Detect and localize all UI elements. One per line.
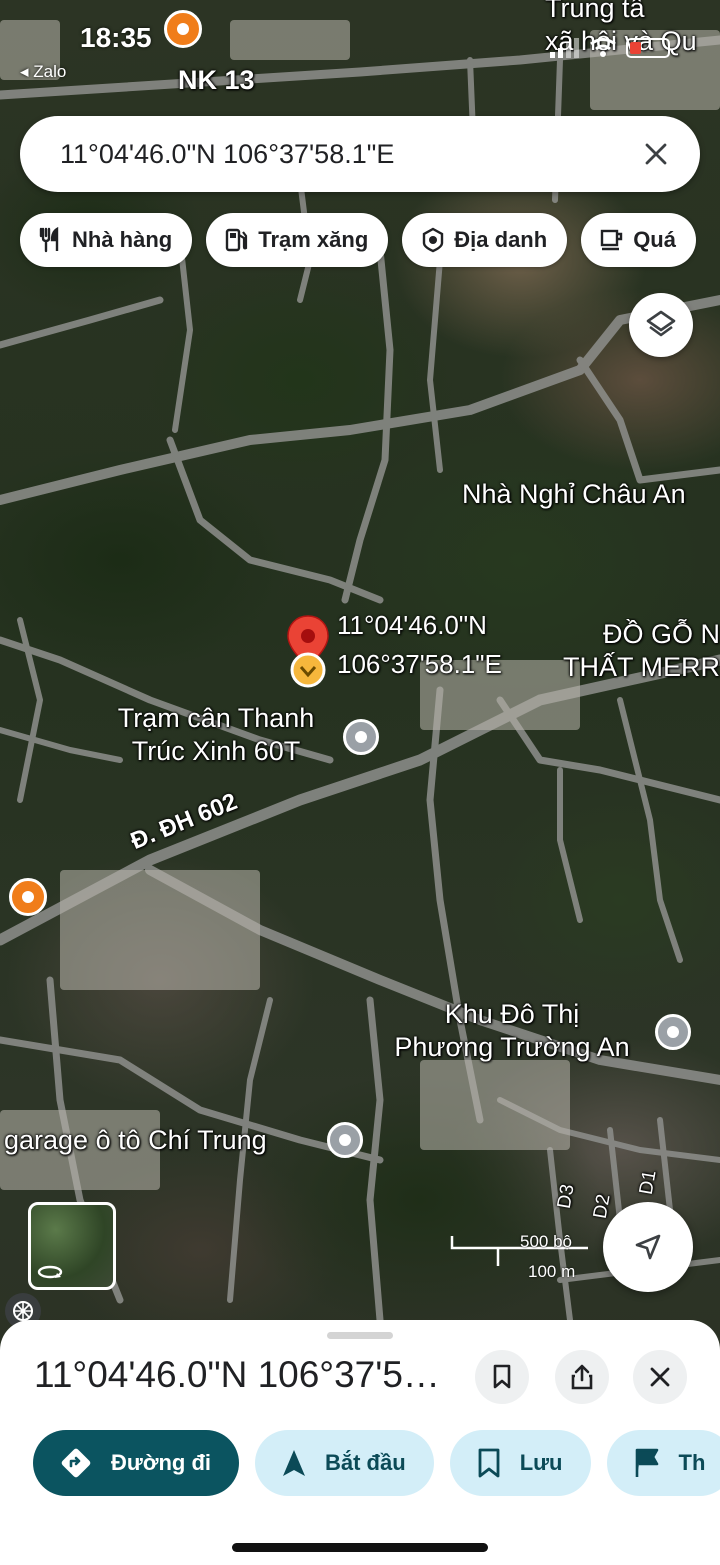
map-label-garage[interactable]: garage ô tô Chí Trung (4, 1124, 267, 1157)
share-button[interactable] (555, 1350, 609, 1404)
status-icons (550, 38, 670, 58)
map-label-nha-nghi[interactable]: Nhà Nghỉ Châu An (462, 478, 686, 511)
chip-label: Nhà hàng (72, 227, 173, 252)
chip-landmarks[interactable]: Địa danh (402, 213, 568, 267)
category-chips: Nhà hàng Trạm xăng Địa danh Quá (20, 213, 720, 267)
street-view-thumbnail[interactable] (28, 1202, 116, 1290)
sheet-drag-handle[interactable] (327, 1332, 393, 1339)
map-label-do-go[interactable]: ĐỒ GỖ N THẤT MERR (548, 618, 720, 684)
chip-label: Địa danh (454, 227, 548, 252)
bookmark-icon (493, 1364, 511, 1389)
directions-icon (61, 1448, 91, 1478)
place-title: 11°04'46.0"N 106°37'58.1"E (34, 1354, 459, 1395)
restaurant-poi-pin[interactable] (9, 878, 47, 916)
chip-cafes[interactable]: Quá (581, 213, 696, 267)
scale-label-feet: 500 bộ (520, 1232, 572, 1251)
map-label-tram-can[interactable]: Trạm cân Thanh Trúc Xinh 60T (96, 702, 336, 768)
dropped-pin[interactable] (285, 614, 331, 693)
search-bar[interactable]: 11°04'46.0"N 106°37'58.1"E (20, 116, 700, 192)
share-icon (571, 1364, 593, 1390)
landmark-icon (423, 227, 444, 253)
tram-can-poi-pin[interactable] (343, 719, 379, 755)
back-to-app-link[interactable]: ◂ Zalo (20, 62, 66, 82)
close-sheet-button[interactable] (633, 1350, 687, 1404)
coffee-icon (600, 229, 623, 251)
my-location-button[interactable] (603, 1202, 693, 1292)
map-layers-button[interactable] (629, 293, 693, 357)
action-label: Đường đi (111, 1450, 211, 1475)
chip-label: Trạm xăng (258, 227, 369, 252)
action-label: Th (678, 1450, 706, 1475)
chip-restaurants[interactable]: Nhà hàng (20, 213, 193, 267)
chip-gas-stations[interactable]: Trạm xăng (206, 213, 389, 267)
action-label: Bắt đầu (325, 1450, 406, 1475)
map-label-nk13[interactable]: NK 13 (178, 64, 255, 97)
scale-label-meters: 100 m (528, 1262, 576, 1281)
close-icon (650, 1367, 670, 1387)
signal-icon (550, 38, 579, 58)
garage-poi-pin[interactable] (327, 1122, 363, 1158)
wifi-icon (590, 38, 616, 57)
battery-icon (626, 38, 670, 58)
directions-button[interactable]: Đường đi (33, 1430, 239, 1496)
layers-icon (646, 310, 676, 337)
save-bookmark-button[interactable] (475, 1350, 529, 1404)
flag-icon (635, 1448, 658, 1477)
action-label: Lưu (519, 1450, 563, 1475)
close-icon (645, 143, 667, 165)
search-input[interactable]: 11°04'46.0"N 106°37'58.1"E (60, 139, 634, 170)
clear-search-button[interactable] (634, 132, 678, 176)
khu-do-thi-poi-pin[interactable] (655, 1014, 691, 1050)
start-navigation-button[interactable]: Bắt đầu (255, 1430, 434, 1496)
map-label-khu-do-thi[interactable]: Khu Đô Thị Phương Trường An (372, 998, 652, 1064)
navigation-icon (635, 1234, 661, 1260)
restaurant-icon (39, 227, 59, 253)
navigation-arrow-icon (283, 1450, 305, 1476)
save-button[interactable]: Lưu (449, 1430, 591, 1496)
gas-station-icon (226, 228, 248, 252)
chip-label: Quá (633, 227, 676, 252)
bookmark-icon (478, 1448, 500, 1478)
status-time: 18:35 (80, 22, 152, 53)
label-button[interactable]: Th (606, 1430, 720, 1496)
action-buttons: Đường đi Bắt đầu Lưu Th (33, 1430, 720, 1496)
place-bottom-sheet[interactable]: 11°04'46.0"N 106°37'58.1"E Đường đi Bắt … (0, 1320, 720, 1565)
food-poi-pin[interactable] (164, 10, 202, 48)
rotate-360-icon (37, 1265, 63, 1279)
map-pin-icon (287, 615, 329, 688)
pin-coordinates-label: 11°04'46.0"N 106°37'58.1"E (337, 610, 502, 679)
home-indicator[interactable] (232, 1543, 488, 1552)
